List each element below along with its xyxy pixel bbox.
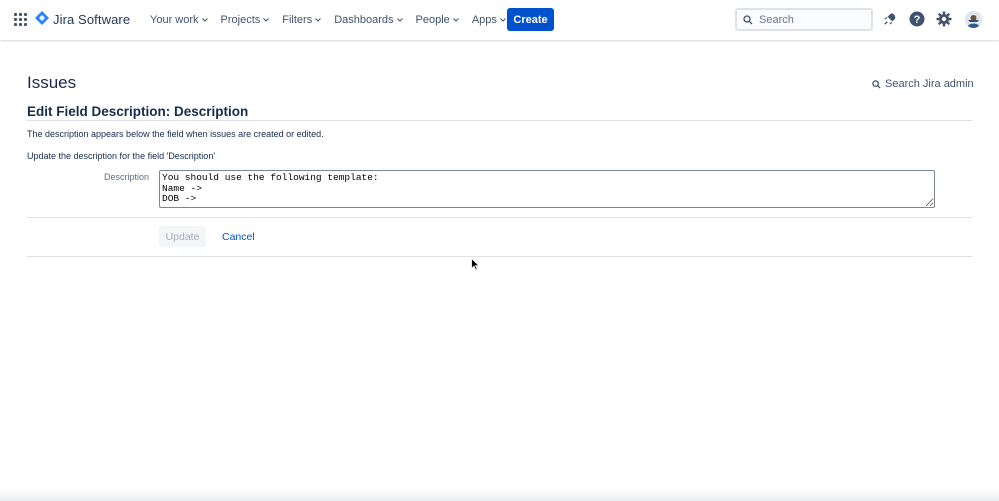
app-switcher-icon[interactable]	[14, 13, 27, 26]
nav-apps-label: Apps	[471, 14, 497, 26]
description-field-label: Description	[104, 172, 150, 182]
divider	[27, 120, 972, 121]
chevron-down-icon	[452, 18, 459, 22]
search-icon	[872, 79, 881, 89]
avatar[interactable]	[965, 11, 982, 28]
cancel-link[interactable]: Cancel	[222, 231, 255, 243]
top-navigation: Jira Software Your work Projects Filters…	[0, 0, 999, 40]
nav-projects-label: Projects	[220, 14, 261, 26]
search-field[interactable]	[735, 8, 873, 31]
primary-nav: Your work Projects Filters Dashboards Pe…	[150, 0, 519, 40]
search-jira-admin-label: Search Jira admin	[885, 78, 974, 90]
description-textarea[interactable]: You should use the following template: N…	[159, 170, 935, 208]
window-bottom-edge	[0, 489, 999, 501]
chevron-down-icon	[396, 18, 403, 22]
mouse-cursor-icon	[471, 258, 480, 271]
intro-text: The description appears below the field …	[27, 129, 324, 139]
nav-dashboards[interactable]: Dashboards	[334, 14, 403, 26]
search-icon	[743, 14, 753, 24]
help-icon[interactable]: ?	[909, 11, 925, 27]
nav-your-work[interactable]: Your work	[150, 14, 208, 26]
nav-dashboards-label: Dashboards	[334, 14, 394, 26]
nav-people[interactable]: People	[416, 14, 459, 26]
nav-your-work-label: Your work	[150, 14, 199, 26]
instruction-text: Update the description for the field 'De…	[27, 151, 216, 161]
nav-projects[interactable]: Projects	[221, 14, 270, 26]
chevron-down-icon	[315, 18, 322, 22]
search-jira-admin-link[interactable]: Search Jira admin	[872, 78, 974, 90]
page-title: Issues	[27, 73, 77, 92]
app-name: Jira Software	[53, 11, 131, 27]
nav-filters[interactable]: Filters	[282, 14, 322, 26]
search-input[interactable]	[759, 13, 869, 26]
settings-icon[interactable]	[936, 11, 952, 27]
svg-text:?: ?	[914, 14, 921, 26]
divider	[27, 256, 972, 257]
chevron-down-icon	[201, 18, 208, 22]
notifications-icon[interactable]	[881, 11, 897, 27]
nav-apps[interactable]: Apps	[472, 14, 506, 26]
divider	[27, 217, 972, 218]
chevron-down-icon	[263, 18, 270, 22]
update-button[interactable]: Update	[159, 226, 206, 247]
jira-logo[interactable]: Jira Software	[35, 11, 130, 27]
nav-people-label: People	[415, 14, 450, 26]
create-button[interactable]: Create	[507, 8, 554, 31]
chevron-down-icon	[500, 18, 506, 22]
nav-filters-label: Filters	[282, 14, 313, 26]
section-title: Edit Field Description: Description	[27, 104, 249, 119]
jira-diamond-icon	[35, 11, 49, 25]
